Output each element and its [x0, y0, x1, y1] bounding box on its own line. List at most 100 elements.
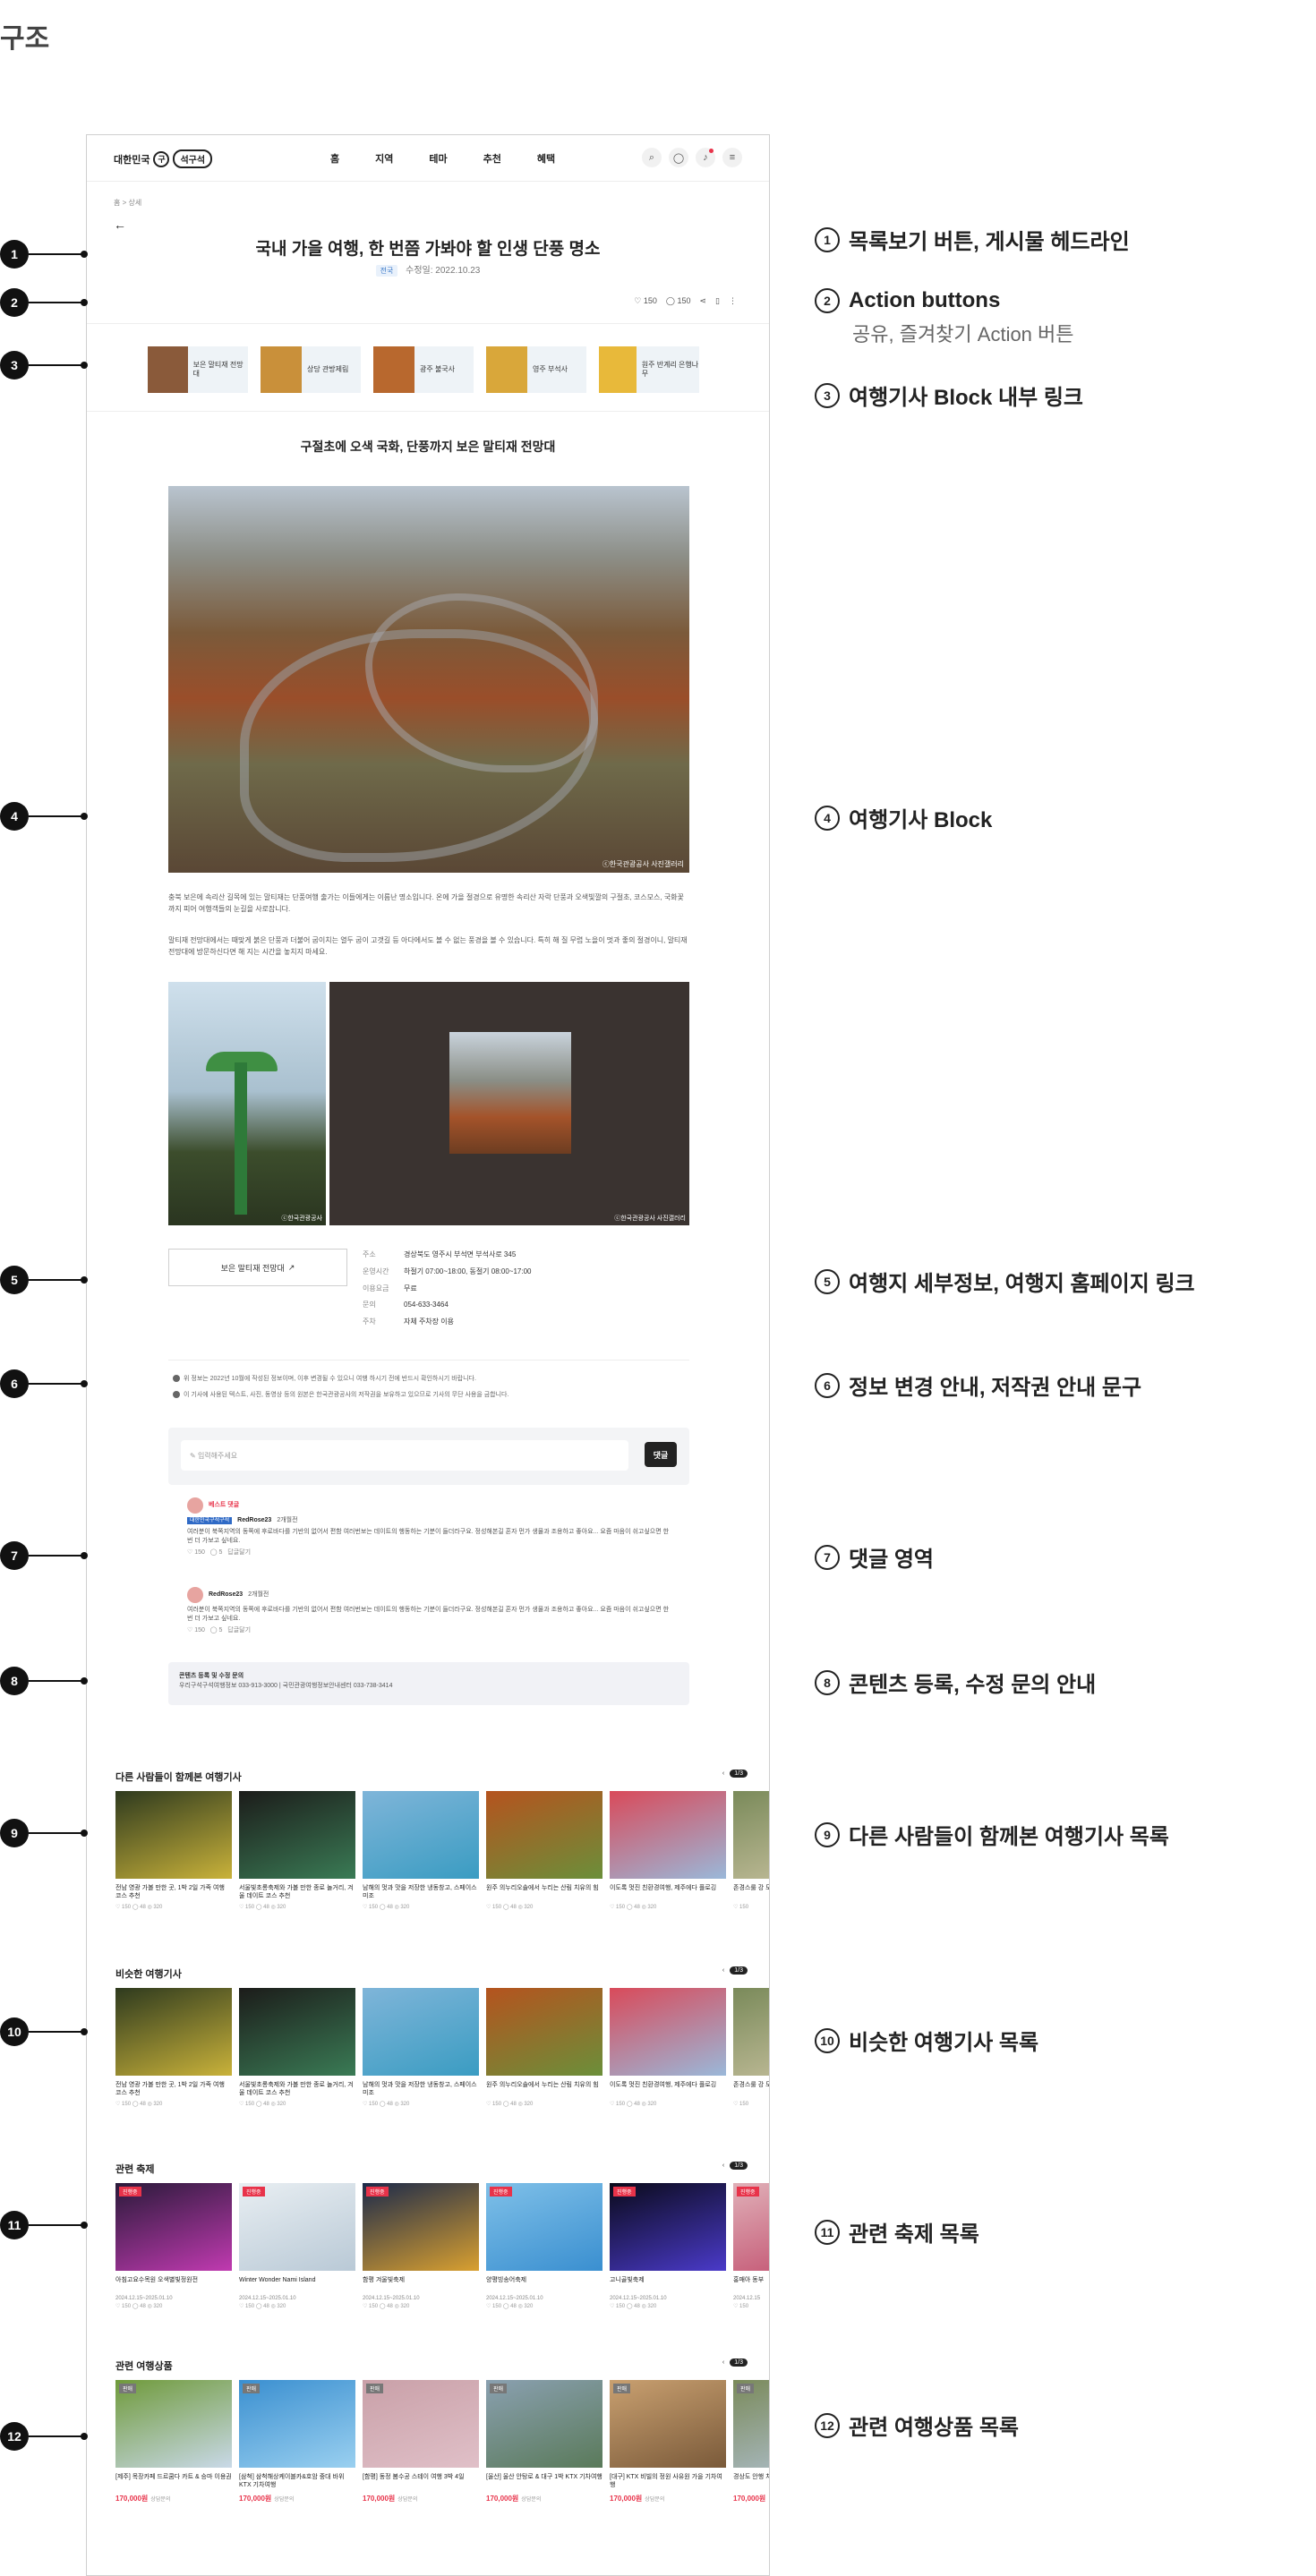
content-card[interactable]: 이도록 멋진 친환경여행, 제주에다 플로깅 ♡ 150 ◯ 48 ◎ 320	[610, 1988, 726, 2107]
comment-likes[interactable]: 150	[194, 1627, 205, 1633]
prev-icon[interactable]: ‹	[722, 2359, 724, 2366]
region-tag[interactable]: 전국	[375, 265, 398, 277]
content-card[interactable]: 원주 의누리오솔에서 누리는 산림 치유의 힘 ♡ 150 ◯ 48 ◎ 320	[486, 1791, 602, 1910]
content-card[interactable]: 판매 [제주] 목장카페 드르쿰다 카트 & 승마 이용권 170,000원 상담문의	[115, 2380, 232, 2503]
breadcrumb[interactable]: 홈 > 상세	[114, 198, 141, 208]
search-icon[interactable]: ⌕	[642, 148, 662, 167]
content-card[interactable]: 존경스룰 강 모음 ♡ 150	[733, 1988, 769, 2107]
callout-marker: 10	[0, 2017, 88, 2046]
price-unit: 원	[635, 2495, 643, 2503]
price-unit: 원	[264, 2495, 272, 2503]
homepage-link-button[interactable]: 보은 말티재 전망대 ↗	[168, 1249, 347, 1286]
comment-time: 2개월전	[248, 1591, 269, 1598]
section-title: 관련 축제	[115, 2164, 155, 2175]
content-card[interactable]: 이도록 멋진 친환경여행, 제주에다 플로깅 ♡ 150 ◯ 48 ◎ 320	[610, 1791, 726, 1910]
card-badge: 진행중	[490, 2187, 512, 2196]
prev-icon[interactable]: ‹	[722, 2162, 724, 2169]
reply-link[interactable]: 답글달기	[227, 1627, 251, 1633]
bell-icon[interactable]: ♪	[696, 148, 715, 167]
gnb-item-theme[interactable]: 테마	[429, 151, 447, 166]
description-text: 비슷한 여행기사 목록	[849, 2031, 1039, 2055]
content-card[interactable]: 진행중 Winter Wonder Nami Island 2024.12.15~2…	[239, 2183, 355, 2309]
prev-icon[interactable]: ‹	[722, 1967, 724, 1974]
action-buttons: ♡ 150 ◯ 150 ⋖ ▯ ⋮	[634, 296, 737, 306]
callout-line	[29, 302, 84, 303]
content-card[interactable]: 남해의 멋과 맛을 저장한 냉동창고, 스페이스 미조 ♡ 150 ◯ 48 ◎ …	[363, 1791, 479, 1910]
prev-icon[interactable]: ‹	[722, 1770, 724, 1777]
back-arrow-icon[interactable]: ←	[114, 218, 126, 232]
comment-head: 베스트 댓글	[187, 1497, 671, 1514]
comment-likes[interactable]: 150	[194, 1549, 205, 1556]
callout-description: 4 여행기사 Block	[815, 802, 992, 833]
callout-description: 11 관련 축제 목록	[815, 2216, 979, 2248]
description-text: 관련 여행상품 목록	[849, 2416, 1019, 2440]
callout-number: 1	[0, 240, 29, 269]
gnb-item-recommend[interactable]: 추천	[483, 151, 501, 166]
menu-icon[interactable]: ≡	[722, 148, 742, 167]
content-card[interactable]: 진행중 아침고요수목원 오색별빛정원전 2024.12.15~2025.01.10 ♡…	[115, 2183, 232, 2309]
callout-line	[29, 2224, 84, 2226]
card-image	[115, 1988, 232, 2076]
content-card[interactable]: 판매 [대구] KTX 비빌의 정원 사유원 가을 기차여행 170,000원 상담문…	[610, 2380, 726, 2503]
gnb-menu: 홈 지역 테마 추천 혜택	[330, 151, 555, 166]
content-card[interactable]: 판매 [울산] 울산 안탕로 & 대구 1박 KTX 기차여행 170,000원 상담…	[486, 2380, 602, 2503]
internal-link-card[interactable]: 원주 반계리 은행나무	[599, 346, 699, 393]
content-card[interactable]: 원주 의누리오솔에서 누리는 산림 치유의 힘 ♡ 150 ◯ 48 ◎ 320	[486, 1988, 602, 2107]
card-stats: ♡ 150 ◯ 48 ◎ 320	[610, 2304, 657, 2309]
card-title: 함평 겨울빛축제	[363, 2277, 406, 2283]
callout-number: 9	[0, 1819, 29, 1847]
internal-link-card[interactable]: 보은 말티재 전망대	[148, 346, 248, 393]
section-pager[interactable]: ‹ 1/3	[722, 1966, 748, 1975]
comment-input[interactable]: ✎ 입력해주세요	[181, 1440, 628, 1471]
card-title: 이도록 멋진 친환경여행, 제주에다 플로깅	[610, 1885, 717, 1891]
like-button[interactable]: ♡ 150	[634, 296, 657, 306]
detail-value[interactable]: 054-633-3464	[404, 1301, 449, 1309]
content-card[interactable]: 전남 영광 가볼 만한 곳, 1박 2일 가족 여행 코스 추천 ♡ 150 ◯ …	[115, 1791, 232, 1910]
content-card[interactable]: 진행중 함평 겨울빛축제 2024.12.15~2025.01.10 ♡ 150 ◯ …	[363, 2183, 479, 2309]
section-title: 다른 사람들이 함께본 여행기사	[115, 1772, 242, 1783]
comment-replies[interactable]: 5	[219, 1549, 223, 1556]
content-card[interactable]: 판매 [함평] 동정 봄수공 스테이 여행 3박 4일 170,000원 상담문의	[363, 2380, 479, 2503]
comment-submit-button[interactable]: 댓글	[645, 1442, 677, 1467]
content-card[interactable]: 서울빛초롱축제와 가볼 만한 종로 놀거리, 겨울 데이트 코스 추천 ♡ 150…	[239, 1988, 355, 2107]
internal-link-card[interactable]: 상당 관방제림	[261, 346, 361, 393]
card-stats: ♡ 150 ◯ 48 ◎ 320	[115, 1905, 163, 1910]
internal-link-card[interactable]: 영주 부석사	[486, 346, 586, 393]
more-icon[interactable]: ⋮	[729, 296, 737, 306]
place-details: 주소 경상북도 영주시 부석면 부석사로 345 운영시간 하절기 07:00~18…	[363, 1247, 531, 1331]
content-card[interactable]: 남해의 멋과 맛을 저장한 냉동창고, 스페이스 미조 ♡ 150 ◯ 48 ◎ …	[363, 1988, 479, 2107]
content-card[interactable]: 존경스룰 강 모음 ♡ 150	[733, 1791, 769, 1910]
content-card[interactable]: 전남 영광 가볼 만한 곳, 1박 2일 가족 여행 코스 추천 ♡ 150 ◯ …	[115, 1988, 232, 2107]
logo[interactable]: 대한민국 구 석구석	[114, 149, 213, 168]
gnb-item-benefit[interactable]: 혜택	[537, 151, 555, 166]
article-title: 구절초에 오색 국화, 단풍까지 보은 말티재 전망대	[300, 439, 556, 454]
gnb-item-region[interactable]: 지역	[375, 151, 393, 166]
comment-replies[interactable]: 5	[219, 1627, 223, 1633]
bookmark-icon[interactable]: ▯	[715, 296, 720, 306]
gnb-item-home[interactable]: 홈	[330, 151, 339, 166]
callout-marker: 3	[0, 351, 88, 380]
detail-key: 주소	[363, 1250, 376, 1258]
internal-link-card[interactable]: 광주 불국사	[373, 346, 474, 393]
section-pager[interactable]: ‹ 1/3	[722, 2162, 748, 2170]
content-card[interactable]: 판매경상도 안행 치숙창팜의 170,000원	[733, 2380, 769, 2503]
inquiry-line: 우리구석구석여행정보 033-913-3000 | 국민관광여행정보안내센터 0…	[179, 1683, 393, 1690]
content-card[interactable]: 진행중 홍매아 동부 2024.12.15 ♡ 150	[733, 2183, 769, 2309]
content-card[interactable]: 진행중 양평빙송어축제 2024.12.15~2025.01.10 ♡ 150 ◯ 4…	[486, 2183, 602, 2309]
section-pager[interactable]: ‹ 1/3	[722, 2358, 748, 2367]
comment-count-button[interactable]: ◯ 150	[666, 296, 691, 306]
section-pager[interactable]: ‹ 1/3	[722, 1770, 748, 1778]
description-text: Action buttons	[849, 288, 1001, 312]
card-title: 서울빛초롱축제와 가볼 만한 종로 놀거리, 겨울 데이트 코스 추천	[239, 2082, 354, 2097]
reply-link[interactable]: 답글달기	[227, 1549, 251, 1556]
card-image: 진행중	[115, 2183, 232, 2271]
card-title: 전남 영광 가볼 만한 곳, 1박 2일 가족 여행 코스 추천	[115, 1885, 225, 1900]
user-icon[interactable]: ◯	[669, 148, 688, 167]
content-card[interactable]: 진행중 고니골빛축제 2024.12.15~2025.01.10 ♡ 150 ◯ 48…	[610, 2183, 726, 2309]
callout-number: 4	[0, 802, 29, 831]
content-card[interactable]: 서울빛초롱축제와 가볼 만한 종로 놀거리, 겨울 데이트 코스 추천 ♡ 150…	[239, 1791, 355, 1910]
callout-number: 2	[0, 288, 29, 317]
share-icon[interactable]: ⋖	[700, 296, 707, 306]
page-count: 1/3	[730, 2358, 748, 2367]
content-card[interactable]: 판매 [삼척] 삼척해상케이블카&호암 중대 바위 KTX 기차여행 170,000…	[239, 2380, 355, 2503]
